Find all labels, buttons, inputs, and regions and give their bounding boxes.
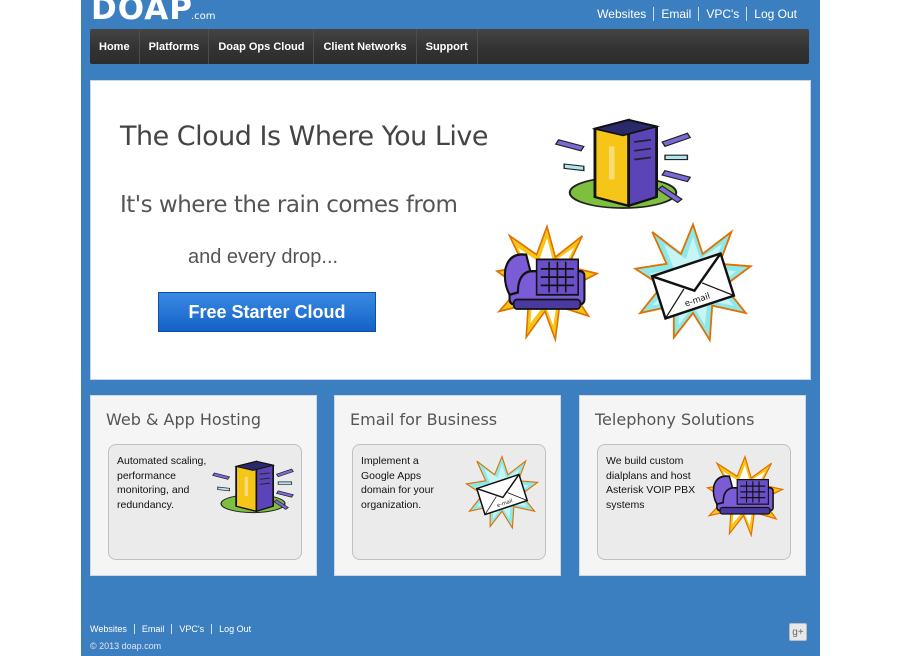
email-icon [634, 223, 752, 342]
card-web-app-hosting: Web & App Hosting Automated scaling, per… [90, 395, 317, 576]
top-links: Websites Email VPC's Log Out [590, 7, 804, 21]
hero-subheadline: It's where the rain comes from [120, 192, 458, 218]
google-plus-icon[interactable]: g+ [789, 623, 807, 641]
card-title: Web & App Hosting [106, 410, 262, 429]
main-nav: Home Platforms Doap Ops Cloud Client Net… [90, 29, 809, 64]
page-background: DOAP.com Websites Email VPC's Log Out Ho… [81, 0, 820, 656]
nav-item-client-networks[interactable]: Client Networks [314, 29, 417, 64]
free-starter-cloud-button[interactable]: Free Starter Cloud [158, 292, 376, 332]
top-link-vpcs[interactable]: VPC's [698, 7, 746, 21]
copyright: © 2013 doap.com [90, 641, 162, 651]
hero-banner: The Cloud Is Where You Live It's where t… [90, 80, 811, 380]
card-description: Automated scaling, performance monitorin… [117, 455, 207, 511]
nav-item-platforms[interactable]: Platforms [140, 29, 210, 64]
card-body: Automated scaling, performance monitorin… [108, 444, 302, 560]
card-title: Email for Business [350, 410, 498, 429]
email-icon [465, 455, 539, 529]
footer-link-websites[interactable]: Websites [90, 624, 134, 634]
logo-suffix: .com [190, 11, 216, 22]
server-icon [211, 460, 295, 514]
card-body: We build custom dialplans and host Aster… [597, 444, 791, 560]
card-description: Implement a Google Apps domain for your … [361, 455, 434, 511]
top-link-websites[interactable]: Websites [590, 7, 653, 21]
card-body: Implement a Google Apps domain for your … [352, 444, 546, 560]
nav-item-doap-ops-cloud[interactable]: Doap Ops Cloud [209, 29, 315, 64]
card-email-for-business: Email for Business Implement a Google Ap… [334, 395, 561, 576]
server-icon [554, 118, 692, 210]
nav-item-home[interactable]: Home [90, 29, 140, 64]
footer-link-email[interactable]: Email [133, 624, 172, 634]
card-title: Telephony Solutions [595, 410, 755, 429]
top-link-email[interactable]: Email [653, 7, 698, 21]
card-description: We build custom dialplans and host Aster… [606, 455, 696, 511]
footer-links: Websites Email VPC's Log Out [90, 624, 258, 634]
hero-tagline: and every drop... [188, 246, 339, 268]
card-telephony-solutions: Telephony Solutions We build custom dial… [579, 395, 806, 576]
logo-text: DOAP [91, 0, 193, 27]
footer-link-logout[interactable]: Log Out [211, 624, 258, 634]
site-logo[interactable]: DOAP.com [91, 0, 216, 32]
top-link-logout[interactable]: Log Out [746, 7, 804, 21]
footer-link-vpcs[interactable]: VPC's [171, 624, 211, 634]
phone-icon [495, 225, 599, 341]
hero-headline: The Cloud Is Where You Live [120, 121, 489, 152]
nav-item-support[interactable]: Support [417, 29, 478, 64]
phone-icon [706, 455, 784, 537]
